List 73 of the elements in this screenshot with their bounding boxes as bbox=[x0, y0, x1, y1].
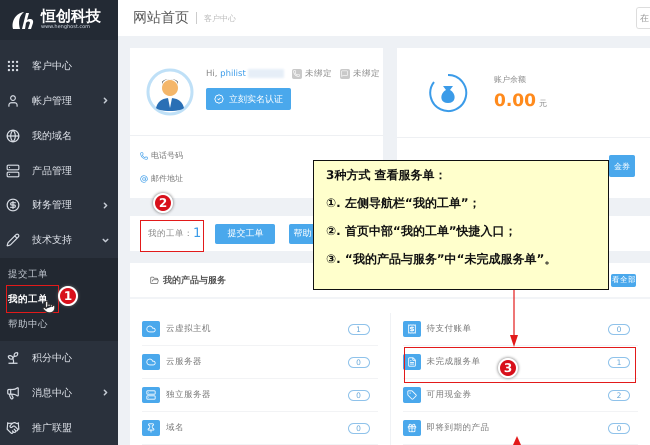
ticket-label: 我的工单： bbox=[148, 228, 193, 240]
caret-icon bbox=[101, 236, 110, 245]
nav-item[interactable]: 推广联盟 bbox=[0, 410, 118, 445]
currency-unit: 元 bbox=[538, 98, 547, 109]
megaphone-icon bbox=[6, 386, 20, 400]
nav-item[interactable]: 客户中心 bbox=[0, 48, 118, 84]
caret-icon bbox=[101, 96, 110, 106]
product-link[interactable]: 未完成服务单 bbox=[426, 356, 480, 368]
document-icon bbox=[402, 354, 420, 370]
nav-item[interactable]: 帐户管理 bbox=[0, 84, 118, 118]
callout-line: ①. 左侧导航栏“我的工单”； bbox=[326, 195, 482, 212]
caret-icon bbox=[101, 388, 110, 398]
chat-icon bbox=[340, 68, 350, 79]
product-link[interactable]: 云服务器 bbox=[166, 356, 202, 368]
page-title: 网站首页 bbox=[133, 9, 189, 27]
product-link[interactable]: 云虚拟主机 bbox=[166, 323, 211, 335]
callout-line: ②. 首页中部“我的工单”快捷入口； bbox=[326, 223, 518, 240]
callout-title: 3种方式 查看服务单： bbox=[326, 167, 448, 184]
nav-subitem[interactable]: 提交工单 bbox=[0, 262, 48, 287]
folder-icon bbox=[150, 276, 159, 284]
nav-item[interactable]: 产品管理 bbox=[0, 153, 118, 188]
nav-item[interactable]: 技术支持 bbox=[0, 222, 118, 258]
search-field[interactable]: 在 bbox=[636, 7, 650, 29]
server-icon bbox=[142, 387, 160, 403]
step-number: 2 bbox=[153, 193, 173, 213]
pin-icon bbox=[142, 420, 160, 436]
balance-label: 账户余额 bbox=[494, 74, 527, 85]
product-link[interactable]: 域名 bbox=[166, 422, 184, 434]
product-link[interactable]: 即将到期的产品 bbox=[426, 422, 490, 434]
help-button[interactable]: 帮助 bbox=[289, 224, 314, 244]
nav-item[interactable]: 我的域名 bbox=[0, 118, 118, 154]
badge-icon bbox=[214, 94, 224, 104]
globe-icon bbox=[6, 128, 20, 143]
arrow bbox=[509, 289, 519, 347]
nav-item[interactable]: 消息中心 bbox=[0, 375, 118, 410]
receipt-icon bbox=[402, 321, 420, 337]
product-link[interactable]: 独立服务器 bbox=[166, 389, 211, 401]
user-greeting: Hi, philist 未绑定 未绑定 bbox=[206, 68, 381, 80]
highlight-frame bbox=[140, 220, 204, 252]
logo-name: 恒创科技 bbox=[41, 8, 101, 24]
balance-amount: 0.00 bbox=[494, 91, 536, 111]
coin-icon bbox=[6, 198, 20, 212]
phone-icon bbox=[292, 68, 302, 79]
user-icon bbox=[6, 94, 20, 108]
product-link[interactable]: 可用现金券 bbox=[426, 389, 472, 401]
server-icon bbox=[6, 164, 20, 178]
verify-button[interactable]: 立刻实名认证 bbox=[206, 88, 291, 110]
email-label: 邮件地址 bbox=[151, 173, 183, 184]
product-link[interactable]: 待支付账单 bbox=[426, 323, 472, 335]
gift-icon bbox=[402, 420, 420, 436]
caret-icon bbox=[101, 200, 110, 210]
callout-line: ③. “我的产品与服务”中“未完成服务单”。 bbox=[326, 251, 558, 268]
handshake-icon bbox=[6, 420, 20, 435]
money-bag-icon bbox=[428, 72, 468, 112]
arrow bbox=[513, 436, 521, 445]
submit-ticket-button[interactable]: 提交工单 bbox=[215, 224, 276, 244]
redaction-blur bbox=[248, 69, 284, 78]
panel-title: 我的产品与服务 bbox=[163, 274, 227, 286]
coupon-button[interactable]: 金券 bbox=[609, 155, 635, 177]
sprout-icon bbox=[6, 351, 20, 366]
cloud-icon bbox=[142, 354, 160, 370]
nav-item[interactable]: 积分中心 bbox=[0, 340, 118, 376]
cloud-icon bbox=[142, 321, 160, 337]
phone-label: 电话号码 bbox=[151, 150, 183, 161]
pencil-icon bbox=[6, 233, 20, 248]
ticket-count[interactable]: 1 bbox=[193, 226, 202, 241]
tag-icon bbox=[402, 387, 420, 403]
email-icon bbox=[140, 174, 148, 182]
nav-item[interactable]: 财务管理 bbox=[0, 188, 118, 223]
nav-subitem[interactable]: 帮助中心 bbox=[0, 312, 48, 337]
avatar-drawing bbox=[146, 68, 194, 116]
grid-icon bbox=[6, 59, 20, 74]
phone-icon bbox=[140, 152, 148, 160]
